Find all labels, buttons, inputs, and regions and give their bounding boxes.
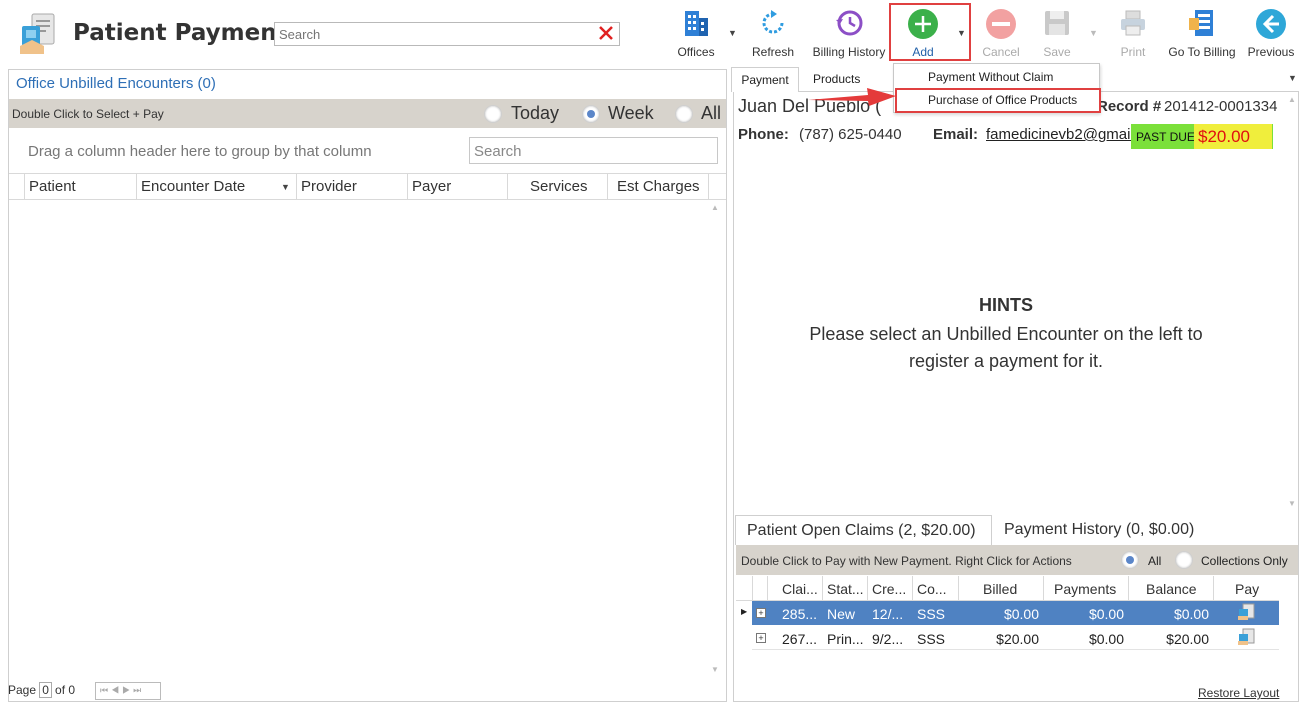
unbilled-encounters-title: Office Unbilled Encounters (0): [16, 75, 216, 92]
go-to-billing-button[interactable]: Go To Billing: [1166, 4, 1238, 62]
col-est-charges[interactable]: Est Charges: [617, 178, 700, 195]
left-bar-hint: Double Click to Select + Pay: [12, 107, 164, 121]
phone-label: Phone:: [738, 126, 789, 143]
email-label: Email:: [933, 126, 979, 143]
save-button[interactable]: Save: [1034, 4, 1080, 62]
right-scroll-up-icon[interactable]: ▲: [1288, 95, 1296, 104]
page-number-input[interactable]: 0: [39, 682, 53, 698]
current-row-indicator-icon: ▶: [741, 607, 748, 616]
grid-pager: Page 0 of 0: [8, 682, 76, 698]
col-billed[interactable]: Billed: [983, 581, 1017, 597]
col-payments[interactable]: Payments: [1054, 581, 1116, 597]
claim-row[interactable]: + 285... New 12/... SSS $0.00 $0.00 $0.0…: [752, 601, 1279, 625]
previous-button[interactable]: Previous: [1246, 4, 1296, 62]
pager-navigation[interactable]: ⏮◀▶⏭: [95, 682, 161, 700]
left-scroll-down-icon[interactable]: ▼: [711, 665, 719, 674]
col-provider[interactable]: Provider: [301, 178, 357, 195]
history-clock-icon: [836, 10, 863, 36]
back-arrow-icon: [1256, 9, 1286, 39]
filter-week-radio[interactable]: [582, 105, 600, 123]
col-claim[interactable]: Clai...: [782, 581, 818, 597]
page-title: Patient Payments: [73, 20, 302, 46]
billing-sheet-icon: [1189, 10, 1213, 36]
cancel-button[interactable]: Cancel: [978, 4, 1024, 62]
col-encounter-date[interactable]: Encounter Date: [141, 178, 245, 195]
past-due-amount: $20.00: [1194, 124, 1272, 149]
filter-week-label: Week: [608, 103, 654, 123]
search-box[interactable]: [274, 22, 620, 46]
record-number: 201412-0001334: [1164, 98, 1278, 115]
group-by-hint: Drag a column header here to group by th…: [28, 143, 372, 160]
claims-filter-all-radio[interactable]: [1121, 551, 1139, 569]
claims-bar-hint: Double Click to Pay with New Payment. Ri…: [741, 554, 1072, 568]
pointer-arrow-icon: [808, 88, 896, 106]
tab-payment-history[interactable]: Payment History (0, $0.00): [1004, 521, 1194, 539]
col-services[interactable]: Services: [530, 178, 588, 195]
save-disk-icon: [1045, 11, 1069, 35]
pay-claim-icon[interactable]: [1237, 603, 1255, 624]
past-due-label: PAST DUE: [1136, 130, 1195, 144]
expand-row-icon[interactable]: +: [756, 633, 766, 643]
offices-button[interactable]: Offices: [672, 4, 720, 62]
filter-all-radio[interactable]: [675, 105, 693, 123]
clear-search-icon[interactable]: [597, 24, 615, 45]
col-balance[interactable]: Balance: [1146, 581, 1197, 597]
col-payer[interactable]: Payer: [412, 178, 451, 195]
billing-history-button[interactable]: Billing History: [810, 4, 888, 62]
search-input[interactable]: [275, 23, 585, 45]
claim-row[interactable]: + 267... Prin... 9/2... SSS $20.00 $0.00…: [752, 626, 1279, 650]
filter-all-label: All: [701, 103, 722, 123]
email-link[interactable]: famedicinevb2@gmail.com: [986, 126, 1132, 143]
tab-payment[interactable]: Payment: [731, 67, 799, 92]
expand-row-icon[interactable]: +: [756, 608, 766, 618]
refresh-icon: [762, 10, 784, 34]
col-pay[interactable]: Pay: [1235, 581, 1259, 597]
claims-filter-all-label: All: [1148, 554, 1162, 568]
col-company[interactable]: Co...: [917, 581, 947, 597]
tab-patient-open-claims[interactable]: Patient Open Claims (2, $20.00): [735, 515, 992, 545]
record-label: Record #: [1097, 98, 1162, 115]
filter-today-radio[interactable]: [484, 105, 502, 123]
save-dropdown-icon[interactable]: ▼: [1089, 28, 1098, 38]
col-status[interactable]: Stat...: [827, 581, 864, 597]
add-button-highlight: [889, 3, 971, 61]
filter-today-label: Today: [511, 103, 560, 123]
col-patient[interactable]: Patient: [29, 178, 76, 195]
sort-desc-icon: ▼: [281, 182, 290, 192]
patient-payments-app-icon: [18, 12, 58, 56]
claims-filter-collections-radio[interactable]: [1175, 551, 1193, 569]
menu-payment-without-claim[interactable]: Payment Without Claim: [928, 70, 1053, 84]
claims-filter-collections-label: Collections Only: [1201, 554, 1288, 568]
menu-item-highlight: [895, 88, 1101, 113]
hints-title: HINTS: [979, 295, 1033, 315]
col-created[interactable]: Cre...: [872, 581, 906, 597]
print-button[interactable]: Print: [1110, 4, 1156, 62]
phone-value: (787) 625-0440: [799, 126, 902, 143]
building-icon: [685, 11, 708, 36]
hints-text: Please select an Unbilled Encounter on t…: [809, 324, 1203, 371]
offices-dropdown-icon[interactable]: ▼: [728, 28, 737, 38]
refresh-button[interactable]: Refresh: [749, 4, 797, 62]
restore-layout-link[interactable]: Restore Layout: [1198, 686, 1279, 700]
tabs-overflow-icon[interactable]: ▼: [1288, 73, 1297, 83]
left-scroll-up-icon[interactable]: ▲: [711, 203, 719, 212]
right-scroll-down-icon[interactable]: ▼: [1288, 499, 1296, 508]
pay-claim-icon[interactable]: [1237, 628, 1255, 649]
printer-icon: [1121, 10, 1145, 36]
grid-search-input[interactable]: Search: [469, 137, 718, 164]
cancel-icon: [986, 9, 1016, 39]
